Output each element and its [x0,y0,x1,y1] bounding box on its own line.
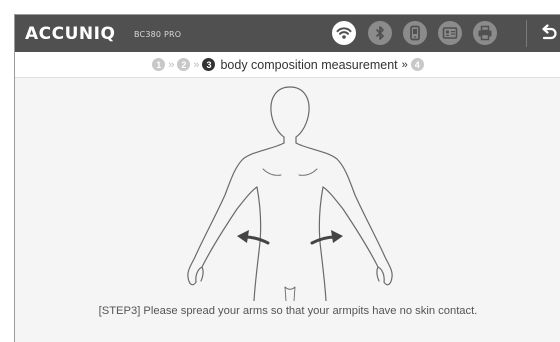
back-arrow-icon [542,24,557,40]
device-screen: ACCUNIQ BC380 PRO 1 » 2 » 3 body composi… [14,14,560,342]
wifi-icon[interactable] [332,21,356,45]
body-illustration [187,86,393,301]
step-4-indicator: 4 [410,58,424,71]
model-name: BC380 PRO [134,30,182,39]
right-outward-arrow [310,230,343,245]
step-3-indicator: 3 [202,58,216,71]
back-button[interactable] [535,21,560,47]
top-bar: ACCUNIQ BC380 PRO [15,15,560,52]
step-separator: » [168,58,175,71]
step-1-indicator: 1 [152,58,166,71]
brand-logo: ACCUNIQ [25,24,116,44]
step-progress: 1 » 2 » 3 body composition measurement »… [15,52,560,78]
printer-icon[interactable] [473,21,497,45]
current-step-label: body composition measurement [220,57,398,72]
step-separator: » [401,58,408,71]
step-separator: » [193,58,200,71]
instruction-text: [STEP3] Please spread your arms so that … [98,305,478,317]
phone-icon[interactable] [403,21,427,45]
left-outward-arrow [237,230,270,245]
header-divider [526,20,527,47]
bluetooth-icon[interactable] [368,21,392,45]
step-2-indicator: 2 [177,58,191,71]
id-card-icon[interactable] [438,21,462,45]
